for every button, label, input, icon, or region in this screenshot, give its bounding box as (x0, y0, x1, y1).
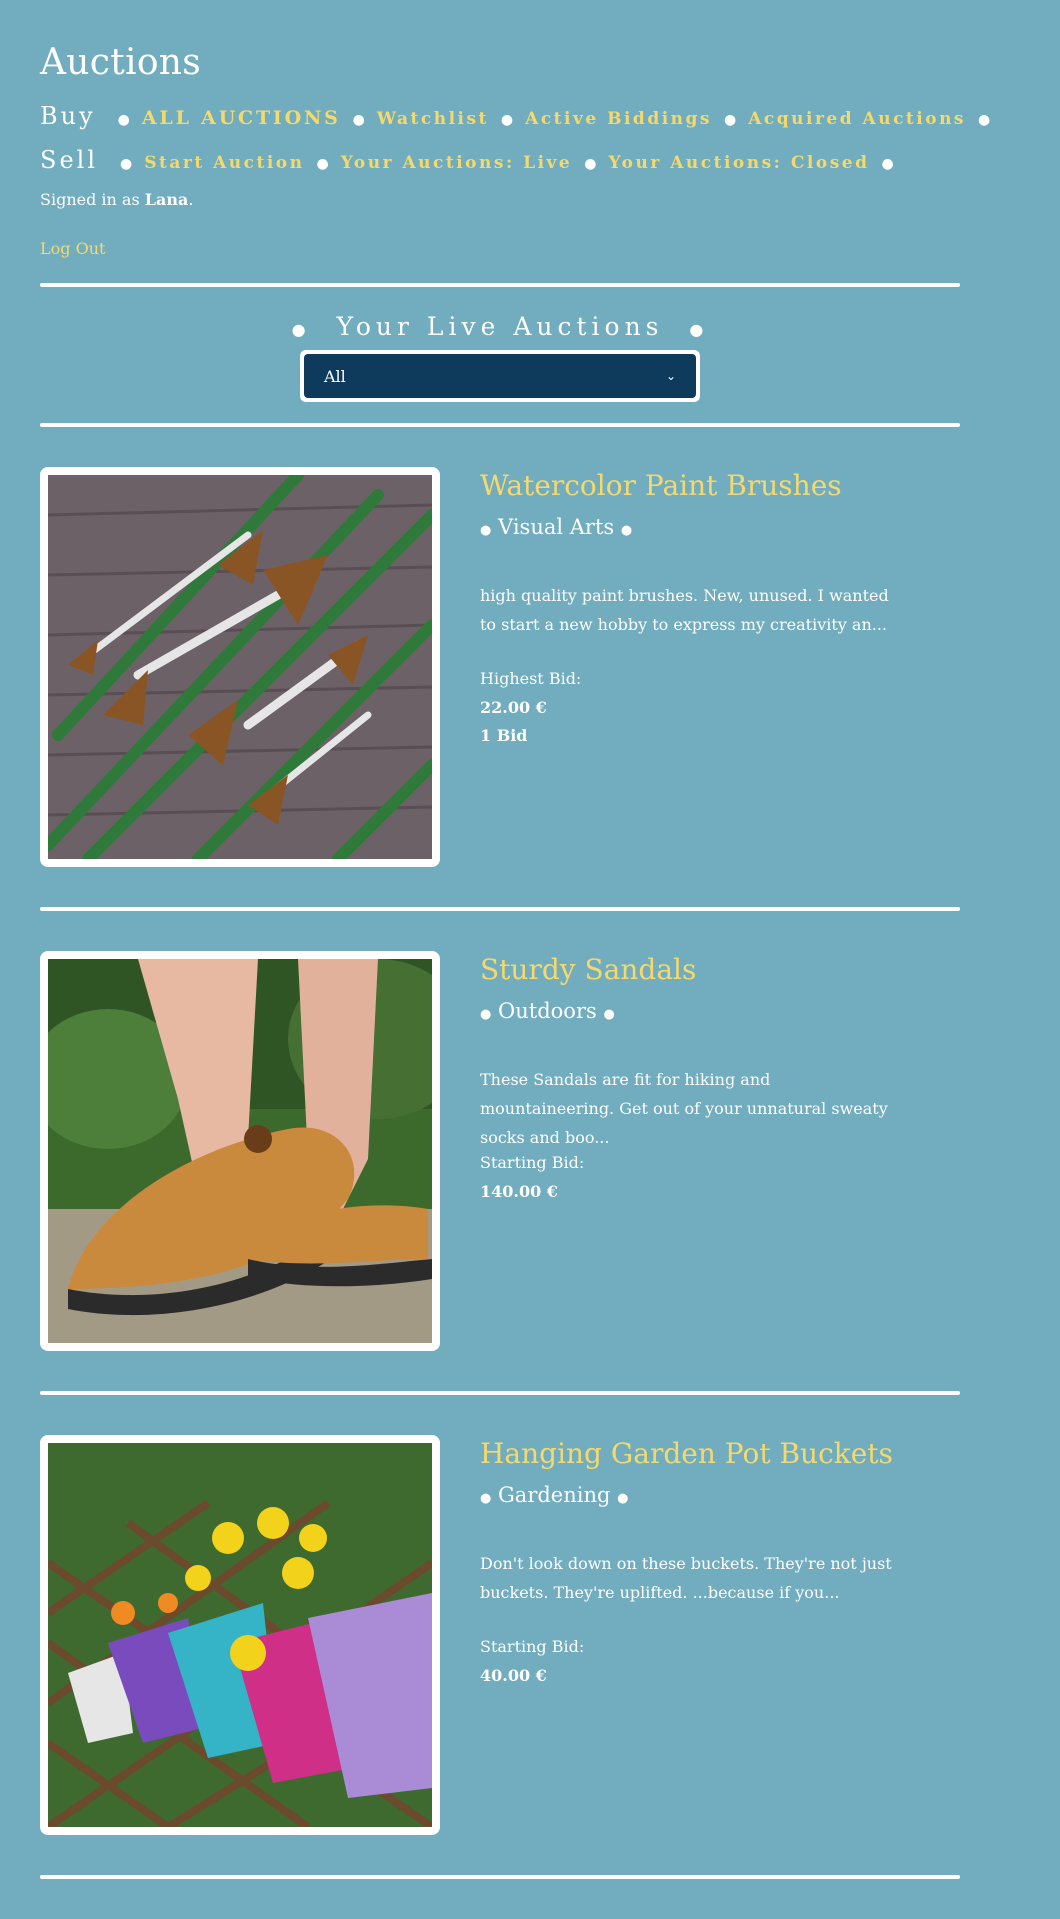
signed-in-prefix: Signed in as (40, 190, 145, 209)
listing-title[interactable]: Sturdy Sandals (480, 953, 696, 986)
section-title-text: Your Live Auctions (336, 312, 664, 341)
listing-image[interactable] (40, 951, 440, 1351)
buy-nav: Buy ● ALL AUCTIONS ● Watchlist ● Active … (40, 102, 1002, 130)
listing-category-label: Gardening (498, 1483, 611, 1507)
page: Auctions Buy ● ALL AUCTIONS ● Watchlist … (0, 0, 1060, 1919)
nav-start-auction[interactable]: Start Auction (144, 153, 304, 173)
nav-your-auctions-closed[interactable]: Your Auctions: Closed (608, 153, 869, 173)
listing-image[interactable] (40, 1435, 440, 1835)
bullet-icon: ● (117, 112, 130, 128)
bullet-icon: ● (723, 112, 737, 128)
category-filter-select[interactable]: All ⌄ (304, 354, 696, 398)
listing-description: high quality paint brushes. New, unused.… (480, 586, 889, 634)
chevron-down-icon: ⌄ (665, 369, 676, 383)
listing-category: ● Gardening ● (480, 1483, 628, 1507)
nav-active-biddings[interactable]: Active Biddings (525, 109, 712, 129)
section-title: ● Your Live Auctions ● (0, 312, 1000, 341)
listing-description: These Sandals are fit for hiking and mou… (480, 1070, 888, 1147)
bullet-icon: ● (120, 156, 133, 172)
listing-title[interactable]: Hanging Garden Pot Buckets (480, 1437, 893, 1470)
nav-acquired-auctions[interactable]: Acquired Auctions (748, 109, 966, 129)
bid-count: 1 Bid (480, 726, 528, 745)
bullet-icon: ● (978, 112, 991, 128)
category-filter-value: All (324, 366, 346, 386)
nav-your-auctions-live[interactable]: Your Auctions: Live (341, 153, 573, 173)
divider (40, 1875, 960, 1879)
bid-label: Highest Bid: (480, 669, 582, 688)
listing-category: ● Outdoors ● (480, 999, 615, 1023)
paint-brushes-image (48, 475, 432, 859)
bullet-icon: ● (500, 112, 514, 128)
divider (40, 283, 960, 287)
bid-label: Starting Bid: (480, 1637, 585, 1656)
bid-value: 22.00 € (480, 698, 547, 717)
username: Lana (144, 190, 189, 209)
bullet-icon: ● (480, 1491, 492, 1506)
category-filter-frame: All ⌄ (300, 350, 700, 402)
divider (40, 1391, 960, 1395)
nav-watchlist[interactable]: Watchlist (377, 109, 489, 129)
listing-category: ● Visual Arts ● (480, 515, 632, 539)
garden-buckets-image (48, 1443, 432, 1827)
signed-in-status: Signed in as Lana. (40, 190, 193, 209)
signed-in-suffix: . (188, 190, 194, 209)
bid-value: 140.00 € (480, 1182, 558, 1201)
listing-description: Don't look down on these buckets. They'r… (480, 1554, 892, 1602)
listing-category-label: Outdoors (498, 999, 597, 1023)
bullet-icon: ● (689, 320, 709, 339)
divider (40, 423, 960, 427)
bullet-icon: ● (316, 156, 329, 172)
listing-title[interactable]: Watercolor Paint Brushes (480, 469, 842, 502)
bullet-icon: ● (480, 1007, 492, 1022)
buy-heading: Buy (40, 102, 96, 130)
listing-card: Watercolor Paint Brushes ● Visual Arts ●… (40, 467, 960, 867)
bullet-icon: ● (617, 1491, 629, 1506)
bullet-icon: ● (881, 156, 894, 172)
listing-image[interactable] (40, 467, 440, 867)
sandals-image (48, 959, 432, 1343)
site-title: Auctions (40, 42, 202, 83)
bullet-icon: ● (603, 1007, 615, 1022)
listing-card: Hanging Garden Pot Buckets ● Gardening ●… (40, 1435, 960, 1835)
sell-heading: Sell (40, 146, 98, 174)
bullet-icon: ● (584, 156, 597, 172)
divider (40, 907, 960, 911)
bullet-icon: ● (620, 523, 633, 538)
listing-category-label: Visual Arts (498, 515, 615, 539)
bid-value: 40.00 € (480, 1666, 547, 1685)
bullet-icon: ● (352, 112, 365, 128)
bid-label: Starting Bid: (480, 1153, 585, 1172)
nav-all-auctions[interactable]: ALL AUCTIONS (142, 107, 341, 129)
bullet-icon: ● (291, 320, 311, 339)
sell-nav: Sell ● Start Auction ● Your Auctions: Li… (40, 146, 906, 174)
logout-link[interactable]: Log Out (40, 239, 105, 258)
listing-card: Sturdy Sandals ● Outdoors ● These Sandal… (40, 951, 960, 1351)
bullet-icon: ● (480, 523, 492, 538)
